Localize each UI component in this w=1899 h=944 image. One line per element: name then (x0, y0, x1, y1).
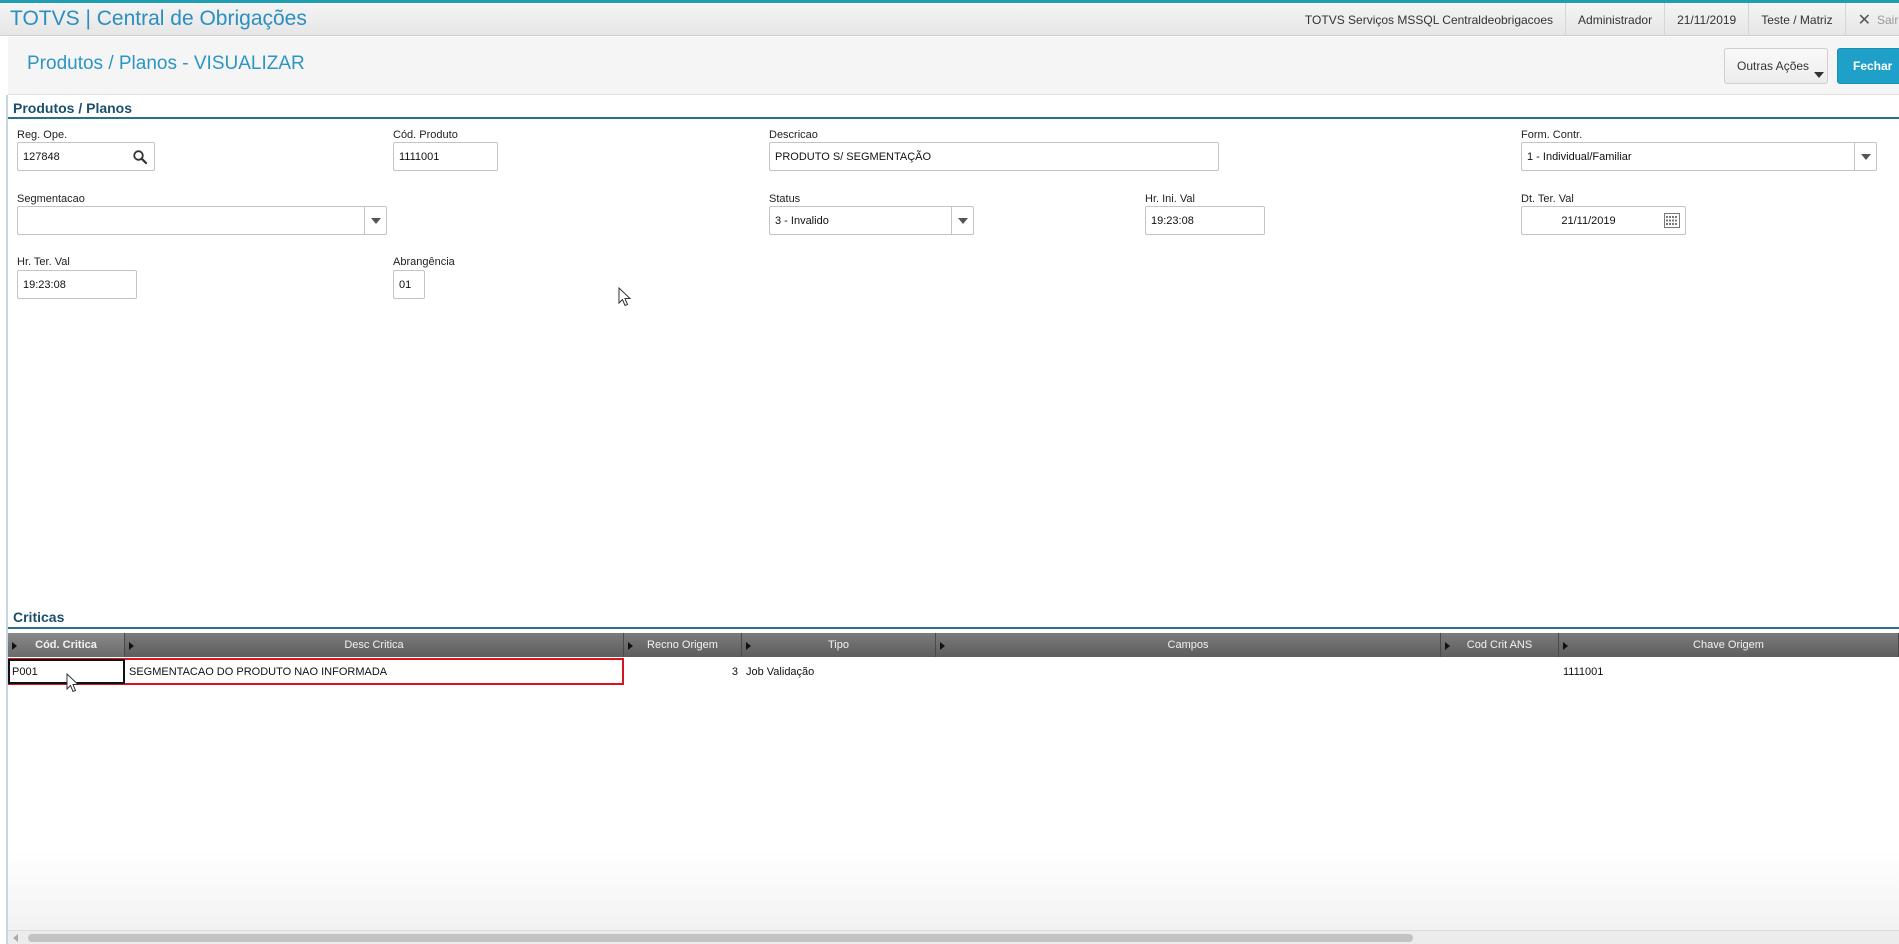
cod-produto-value: 1111001 (399, 150, 440, 163)
abrangencia-field[interactable]: 01 (393, 270, 425, 299)
dt-ter-val-field[interactable]: 21/11/2019 (1521, 206, 1686, 235)
dt-ter-val-value: 21/11/2019 (1561, 214, 1616, 227)
col-header-cod-crit-ans[interactable]: Cod Crit ANS (1441, 633, 1559, 657)
hr-ter-val-field[interactable]: 19:23:08 (17, 270, 137, 299)
column-sort-icon (1563, 642, 1568, 650)
descricao-value: PRODUTO S/ SEGMENTAÇÃO (775, 150, 932, 163)
reg-ope-value: 127848 (23, 150, 60, 163)
user-info[interactable]: Administrador (1565, 3, 1664, 36)
scroll-left-icon[interactable] (13, 934, 18, 942)
calendar-icon[interactable] (1664, 213, 1680, 228)
other-actions-button[interactable]: Outras Ações (1724, 48, 1828, 84)
abrangencia-value: 01 (399, 278, 412, 291)
abrangencia-label: Abrangência (393, 256, 455, 268)
chevron-down-icon[interactable] (1854, 143, 1876, 170)
col-header-cod-critica[interactable]: Cód. Critica (8, 633, 125, 657)
form-section-title: Produtos / Planos (13, 100, 133, 116)
branch-info[interactable]: Teste / Matriz (1748, 3, 1844, 36)
descricao-field[interactable]: PRODUTO S/ SEGMENTAÇÃO (769, 142, 1219, 171)
criticas-section-title: Criticas (13, 609, 65, 625)
chevron-down-icon[interactable] (951, 207, 973, 234)
cell-recno-origem[interactable]: 3 (624, 659, 742, 685)
reg-ope-label: Reg. Ope. (17, 129, 68, 141)
page-header: Produtos / Planos - VISUALIZAR Outras Aç… (8, 37, 1899, 95)
caret-down-icon (1814, 72, 1824, 78)
col-header-recno-origem[interactable]: Recno Origem (624, 633, 742, 657)
reg-ope-field[interactable]: 127848 (17, 142, 155, 171)
col-header-chave-origem[interactable]: Chave Origem (1559, 633, 1899, 657)
criticas-section-divider (8, 627, 1899, 629)
exit-label: Sair (1877, 12, 1899, 27)
dt-ter-val-label: Dt. Ter. Val (1521, 193, 1574, 205)
form-contr-value: 1 - Individual/Familiar (1527, 150, 1632, 163)
exit-button[interactable]: ✕ Sair (1844, 3, 1899, 36)
col-header-campos[interactable]: Campos (936, 633, 1441, 657)
page-title: Produtos / Planos - VISUALIZAR (27, 53, 305, 74)
cod-produto-field[interactable]: 1111001 (393, 142, 498, 171)
form-contr-label: Form. Contr. (1521, 129, 1583, 141)
form-section-divider (8, 117, 1899, 119)
criticas-grid: Cód. Critica Desc Critica Recno Origem T… (8, 633, 1899, 944)
mouse-cursor-icon (618, 287, 632, 307)
table-row[interactable]: P001 SEGMENTACAO DO PRODUTO NAO INFORMAD… (8, 659, 1899, 685)
close-button[interactable]: Fechar (1837, 48, 1899, 84)
other-actions-label: Outras Ações (1737, 59, 1810, 73)
column-sort-icon (12, 642, 17, 650)
app-title: TOTVS | Central de Obrigações (10, 7, 307, 30)
environment-info: TOTVS Serviços MSSQL Centraldeobrigacoes (1304, 12, 1554, 27)
cell-desc-critica[interactable]: SEGMENTACAO DO PRODUTO NAO INFORMADA (125, 659, 624, 685)
column-sort-icon (746, 642, 751, 650)
cell-tipo[interactable]: Job Validação (742, 659, 936, 685)
status-value: 3 - Invalido (775, 214, 829, 227)
column-sort-icon (129, 642, 134, 650)
cod-produto-label: Cód. Produto (393, 129, 458, 141)
scrollbar-thumb[interactable] (28, 934, 1413, 942)
date-info: 21/11/2019 (1664, 3, 1748, 36)
horizontal-scrollbar[interactable] (8, 930, 1899, 944)
grid-header: Cód. Critica Desc Critica Recno Origem T… (8, 633, 1899, 657)
chevron-down-icon[interactable] (364, 207, 386, 234)
segmentacao-select[interactable] (17, 206, 387, 235)
segmentacao-label: Segmentacao (17, 193, 85, 205)
top-bar: TOTVS | Central de Obrigações TOTVS Serv… (0, 0, 1899, 36)
hr-ini-val-field[interactable]: 19:23:08 (1145, 206, 1265, 235)
hr-ter-val-label: Hr. Ter. Val (17, 256, 70, 268)
column-sort-icon (1445, 642, 1450, 650)
status-select[interactable]: 3 - Invalido (769, 206, 974, 235)
search-icon[interactable] (132, 149, 148, 165)
mouse-cursor-icon (66, 673, 80, 693)
col-header-tipo[interactable]: Tipo (742, 633, 936, 657)
hr-ini-val-value: 19:23:08 (1151, 214, 1194, 227)
cell-cod-crit-ans[interactable] (1441, 659, 1559, 685)
col-header-desc-critica[interactable]: Desc Critica (125, 633, 624, 657)
column-sort-icon (628, 642, 633, 650)
form-contr-select[interactable]: 1 - Individual/Familiar (1521, 142, 1877, 171)
cell-chave-origem[interactable]: 1111001 (1559, 659, 1899, 685)
descricao-label: Descricao (769, 129, 818, 141)
cell-campos[interactable] (936, 659, 1441, 685)
top-info: TOTVS Serviços MSSQL Centraldeobrigacoes… (1293, 3, 1899, 36)
status-label: Status (769, 193, 801, 205)
hr-ini-val-label: Hr. Ini. Val (1145, 193, 1195, 205)
column-sort-icon (940, 642, 945, 650)
hr-ter-val-value: 19:23:08 (23, 278, 66, 291)
close-icon: ✕ (1857, 11, 1871, 29)
